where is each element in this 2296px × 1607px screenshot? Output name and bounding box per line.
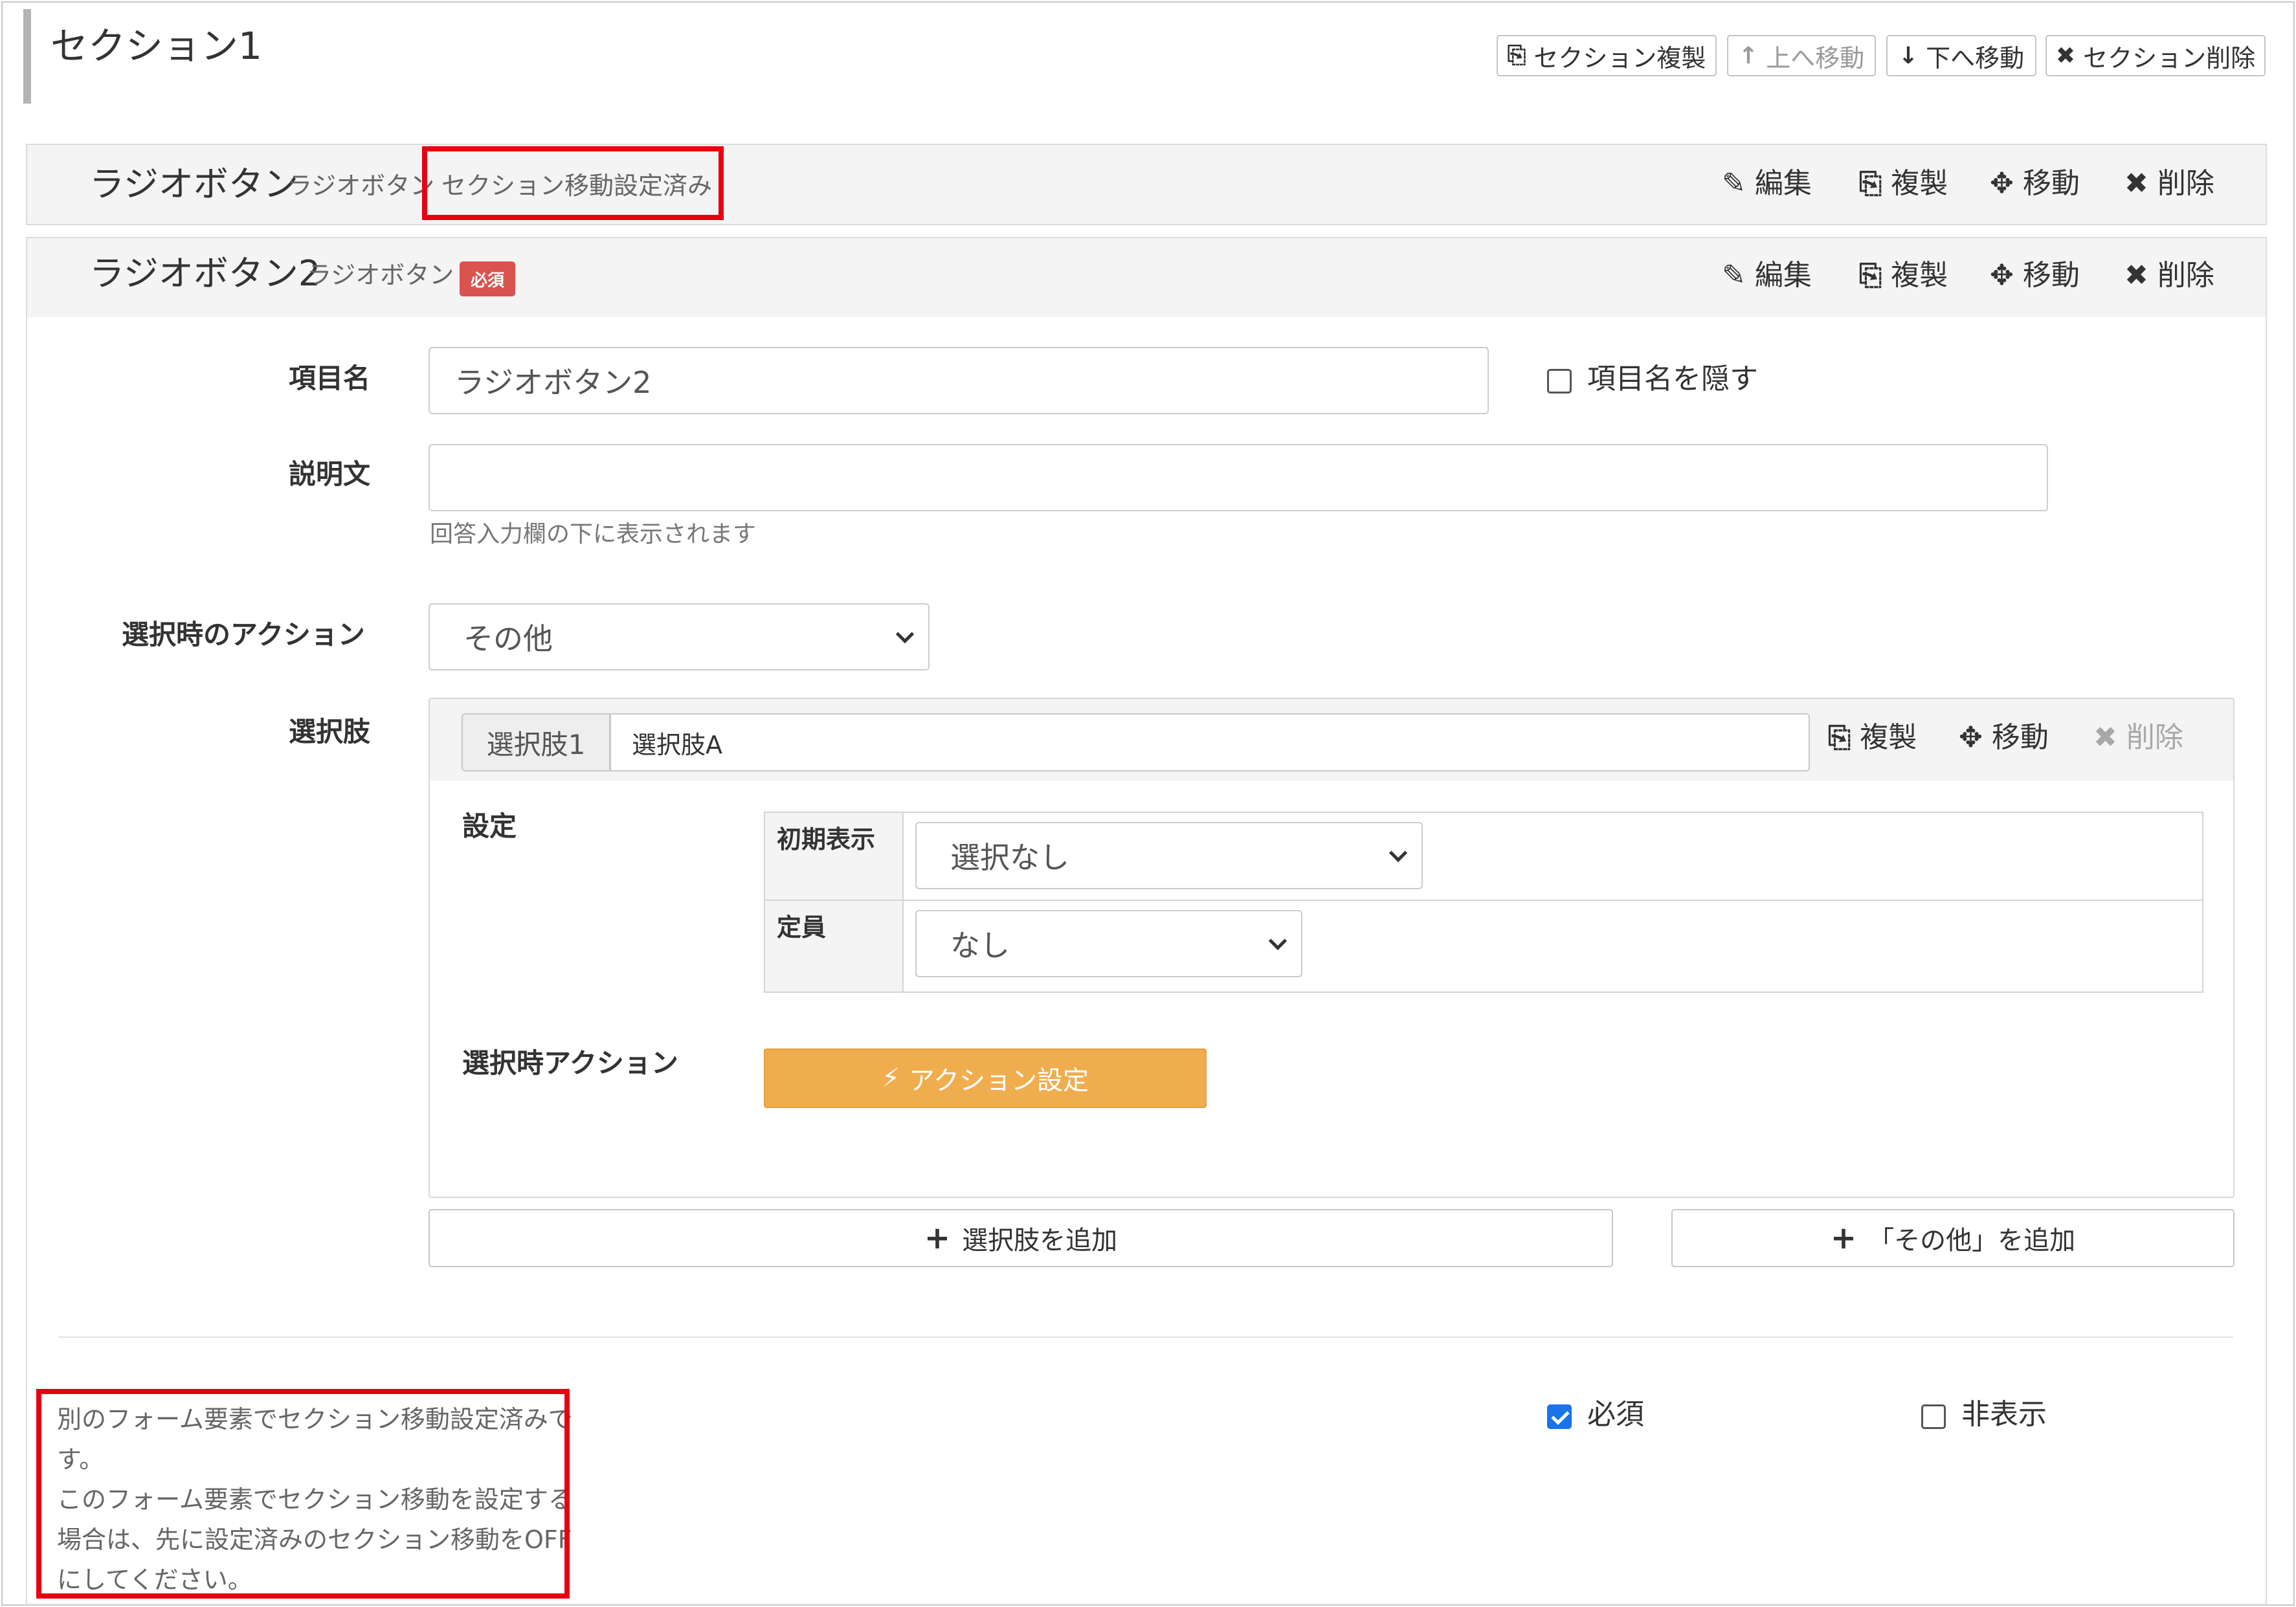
item1-delete-label: 削除 xyxy=(2157,167,2214,200)
item1-edit-label: 編集 xyxy=(1754,167,1812,200)
item1-delete-button[interactable]: ✖ 削除 xyxy=(2124,170,2214,198)
choice-move-button[interactable]: ✥ 移動 xyxy=(1959,724,2049,752)
chevron-down-icon xyxy=(1268,931,1287,951)
item2-delete-button[interactable]: ✖ 削除 xyxy=(2124,261,2214,290)
select-action-value: その他 xyxy=(463,621,553,656)
move-icon: ✥ xyxy=(1959,721,1983,754)
on-select-action-label: 選択時アクション xyxy=(462,1047,678,1079)
choice-number-addon: 選択肢1 xyxy=(462,713,610,771)
plus-icon: + xyxy=(1830,1220,1857,1256)
initial-display-label: 初期表示 xyxy=(777,825,876,854)
choice-text-input[interactable]: 選択肢A xyxy=(610,713,1810,771)
item-name-label: 項目名 xyxy=(289,362,371,394)
arrow-up-icon: ↑ xyxy=(1738,42,1759,69)
capacity-label: 定員 xyxy=(777,913,827,942)
move-icon: ✥ xyxy=(1990,259,2014,292)
chevron-down-icon xyxy=(1388,843,1408,863)
section-move-down-button[interactable]: ↓ 下へ移動 xyxy=(1886,35,2036,76)
item1-duplicate-button[interactable]: ⎘ 複製 xyxy=(1859,170,1948,198)
section-delete-label: セクション削除 xyxy=(2083,43,2256,72)
item1-header[interactable]: ラジオボタン ラジオボタン セクション移動設定済み ✎ 編集 ⎘ 複製 ✥ 移動 ✖ 削… xyxy=(26,144,2267,225)
pencil-icon: ✎ xyxy=(1722,167,1746,200)
item2-move-label: 移動 xyxy=(2022,259,2080,292)
add-choice-button[interactable]: + 選択肢を追加 xyxy=(429,1209,1613,1267)
hide-name-checkbox[interactable] xyxy=(1547,369,1572,393)
settings-label: 設定 xyxy=(462,810,517,842)
required-checkbox[interactable] xyxy=(1547,1404,1572,1429)
item2-duplicate-button[interactable]: ⎘ 複製 xyxy=(1859,261,1948,290)
section-move-down-label: 下へ移動 xyxy=(1926,43,2025,72)
close-icon: ✖ xyxy=(2055,42,2076,69)
item1-name: ラジオボタン xyxy=(89,164,298,205)
chevron-down-icon xyxy=(895,625,915,644)
choice-move-label: 移動 xyxy=(1991,721,2049,754)
required-label: 必須 xyxy=(1587,1398,1644,1431)
pencil-icon: ✎ xyxy=(1722,259,1746,292)
item2-edit-button[interactable]: ✎ 編集 xyxy=(1722,261,1812,290)
close-icon: ✖ xyxy=(2124,167,2148,200)
item1-move-button[interactable]: ✥ 移動 xyxy=(1990,170,2080,198)
panel-divider xyxy=(58,1336,2233,1338)
initial-display-dropdown[interactable]: 選択なし xyxy=(915,822,1423,889)
close-icon: ✖ xyxy=(2124,259,2148,292)
capacity-value: なし xyxy=(950,928,1010,963)
settings-table-row-divider xyxy=(765,900,2202,901)
copy-icon: ⎘ xyxy=(1859,167,1882,200)
hidden-checkbox[interactable] xyxy=(1921,1404,1946,1429)
initial-display-value: 選択なし xyxy=(950,840,1069,875)
item2-move-button[interactable]: ✥ 移動 xyxy=(1990,261,2080,290)
item2-type: ラジオボタン xyxy=(307,261,454,289)
arrow-down-icon: ↓ xyxy=(1898,42,1919,69)
plus-icon: + xyxy=(924,1220,951,1256)
action-settings-button[interactable]: ⚡ アクション設定 xyxy=(764,1048,1207,1108)
description-label: 説明文 xyxy=(289,458,371,490)
section-title: セクション1 xyxy=(50,24,262,68)
choice-duplicate-label: 複製 xyxy=(1860,721,1917,754)
select-action-dropdown[interactable]: その他 xyxy=(429,603,930,671)
item2-edit-label: 編集 xyxy=(1754,259,1812,292)
move-icon: ✥ xyxy=(1990,167,2014,200)
item1-edit-button[interactable]: ✎ 編集 xyxy=(1722,170,1812,198)
item1-move-label: 移動 xyxy=(2022,167,2080,200)
item2-header[interactable]: ラジオボタン2 ラジオボタン 必須 ✎ 編集 ⎘ 複製 ✥ 移動 ✖ 削除 xyxy=(26,237,2267,318)
section-delete-button[interactable]: ✖ セクション削除 xyxy=(2045,35,2266,76)
hide-name-label: 項目名を隠す xyxy=(1587,362,1758,395)
copy-icon: ⎘ xyxy=(1507,42,1526,69)
section-move-up-label: 上へ移動 xyxy=(1766,43,1865,72)
section-move-up-button[interactable]: ↑ 上へ移動 xyxy=(1727,35,1876,76)
copy-icon: ⎘ xyxy=(1828,721,1851,754)
item1-duplicate-label: 複製 xyxy=(1891,167,1948,200)
item2-delete-label: 削除 xyxy=(2157,259,2214,292)
choice-delete-button[interactable]: ✖ 削除 xyxy=(2093,724,2183,752)
add-choice-label: 選択肢を追加 xyxy=(962,1226,1118,1256)
choices-label: 選択肢 xyxy=(289,716,371,748)
choice-duplicate-button[interactable]: ⎘ 複製 xyxy=(1828,724,1917,752)
copy-icon: ⎘ xyxy=(1859,259,1882,292)
add-other-label: 「その他」を追加 xyxy=(1868,1226,2076,1256)
choice-card: 選択肢1 選択肢A ⎘ 複製 ✥ 移動 ✖ 削除 設定 初期表示 定員 選択なし なし… xyxy=(429,698,2235,1198)
choice-delete-label: 削除 xyxy=(2126,721,2183,754)
hidden-label: 非表示 xyxy=(1961,1398,2047,1431)
description-input[interactable] xyxy=(429,444,2048,511)
highlight-box-note xyxy=(36,1389,570,1599)
section-accent-bar xyxy=(23,9,31,104)
item2-duplicate-label: 複製 xyxy=(1891,259,1948,292)
item2-name: ラジオボタン2 xyxy=(89,253,321,294)
select-action-label: 選択時のアクション xyxy=(122,619,365,650)
description-help-text: 回答入力欄の下に表示されます xyxy=(430,521,757,548)
highlight-box-notice xyxy=(422,146,724,220)
add-other-button[interactable]: + 「その他」を追加 xyxy=(1671,1209,2235,1267)
item1-type: ラジオボタン xyxy=(287,172,435,200)
section-duplicate-label: セクション複製 xyxy=(1533,43,1706,72)
action-settings-label: アクション設定 xyxy=(909,1066,1089,1096)
choice-settings-table: 初期表示 定員 選択なし なし xyxy=(764,812,2203,993)
bolt-icon: ⚡ xyxy=(881,1063,900,1093)
close-icon: ✖ xyxy=(2093,721,2117,754)
capacity-dropdown[interactable]: なし xyxy=(915,910,1302,977)
section-duplicate-button[interactable]: ⎘ セクション複製 xyxy=(1497,35,1717,76)
item-name-input[interactable]: ラジオボタン2 xyxy=(429,347,1489,414)
required-badge: 必須 xyxy=(460,261,515,296)
